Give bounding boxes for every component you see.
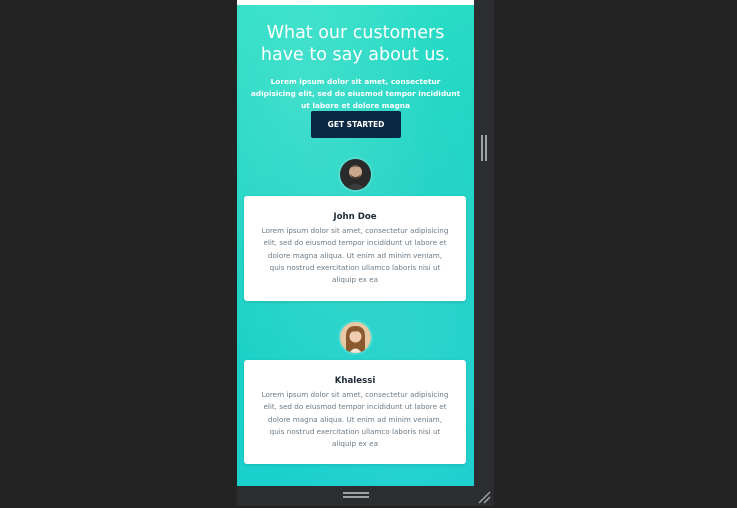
- resize-corner-icon[interactable]: [477, 489, 491, 504]
- horizontal-drag-handle-icon[interactable]: [343, 492, 369, 498]
- vertical-drag-handle-icon[interactable]: [481, 135, 487, 161]
- mobile-preview: What our customers have to say about us.…: [237, 0, 474, 486]
- hero-subtitle: Lorem ipsum dolor sit amet, consectetur …: [250, 77, 461, 110]
- hero-title: What our customers have to say about us.: [260, 23, 451, 65]
- workspace-background: [494, 0, 737, 506]
- testimonial-card: Khalessi Lorem ipsum dolor sit amet, con…: [244, 360, 466, 464]
- testimonial-text: Lorem ipsum dolor sit amet, consectetur …: [261, 226, 449, 285]
- testimonial-text: Lorem ipsum dolor sit amet, consectetur …: [261, 390, 449, 449]
- woman-avatar-icon: [340, 322, 371, 353]
- man-avatar-icon: [340, 159, 371, 190]
- testimonial-card: John Doe Lorem ipsum dolor sit amet, con…: [244, 196, 466, 301]
- get-started-button[interactable]: GET STARTED: [311, 111, 401, 138]
- editor-side-pane: [474, 0, 494, 486]
- testimonial-name: John Doe: [333, 212, 377, 222]
- top-divider: [237, 0, 474, 5]
- testimonial-name: Khalessi: [334, 376, 376, 386]
